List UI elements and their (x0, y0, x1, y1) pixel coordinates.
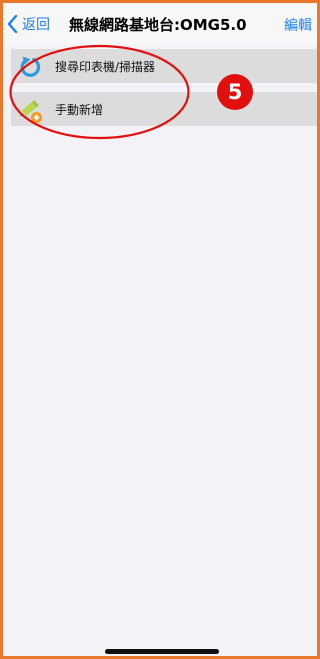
back-button[interactable]: 返回 (7, 13, 50, 35)
page-title: 無線網路基地台:OMG5.0 (69, 16, 247, 34)
home-indicator (105, 649, 219, 654)
app-frame: 返回 無線網路基地台:OMG5.0 編輯 搜尋印表機/掃描器 手動新增 5 (0, 0, 320, 659)
step-number-badge: 5 (217, 74, 253, 110)
navigation-bar: 返回 無線網路基地台:OMG5.0 編輯 (3, 3, 317, 45)
edit-button[interactable]: 編輯 (284, 15, 312, 35)
list-item-label: 手動新增 (55, 103, 104, 117)
list-item-label: 搜尋印表機/掃描器 (55, 60, 156, 74)
list-item-manual-add[interactable]: 手動新增 (11, 92, 317, 126)
list-item-search-printer[interactable]: 搜尋印表機/掃描器 (11, 49, 317, 83)
refresh-icon (18, 55, 42, 79)
pencil-add-icon (18, 98, 42, 123)
chevron-left-icon (7, 14, 18, 34)
back-label: 返回 (22, 17, 50, 33)
